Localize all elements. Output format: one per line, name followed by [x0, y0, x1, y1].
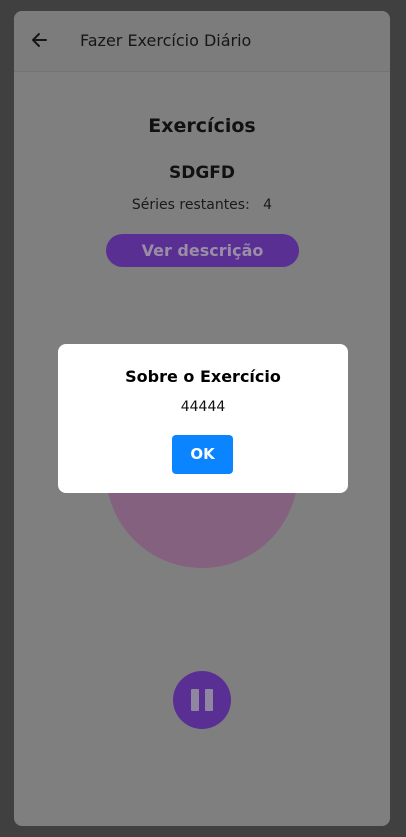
pause-icon-bar — [205, 689, 213, 711]
dialog-message: 44444 — [180, 399, 226, 415]
arrow-left-icon — [30, 31, 48, 53]
dialog-title: Sobre o Exercício — [125, 367, 281, 386]
exercise-name: SDGFD — [168, 163, 236, 183]
exercise-info-dialog: Sobre o Exercício 44444 OK — [58, 344, 348, 493]
view-description-button[interactable]: Ver descrição — [106, 234, 299, 267]
ok-button[interactable]: OK — [172, 435, 233, 474]
series-count: 4 — [263, 197, 273, 213]
back-button[interactable] — [24, 27, 54, 57]
series-label: Séries restantes: — [131, 197, 250, 213]
pause-button[interactable] — [173, 671, 231, 729]
pause-icon — [191, 689, 199, 711]
page-title: Fazer Exercício Diário — [80, 31, 252, 50]
series-remaining: Séries restantes: 4 — [14, 197, 390, 213]
app-bar: Fazer Exercício Diário — [14, 11, 390, 72]
section-title: Exercícios — [148, 115, 256, 137]
